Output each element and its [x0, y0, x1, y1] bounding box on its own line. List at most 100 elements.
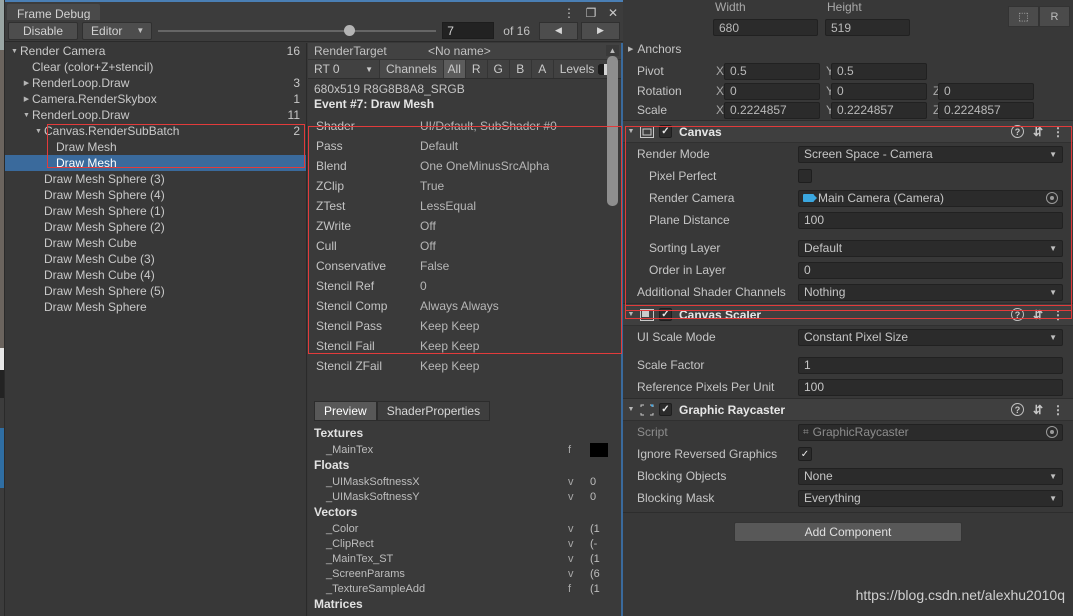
- channel-g-button[interactable]: G: [488, 60, 510, 78]
- input-reference-pixels-per-unit[interactable]: 100: [798, 378, 1063, 396]
- component-enabled-checkbox[interactable]: ✓: [659, 308, 672, 321]
- blueprint-mode-icon[interactable]: ⬚: [1008, 6, 1039, 27]
- disable-button[interactable]: Disable: [8, 21, 79, 40]
- preset-icon[interactable]: ⇵: [1033, 403, 1043, 417]
- chevron-down-icon[interactable]: ▼: [623, 128, 639, 135]
- help-icon[interactable]: ?: [1010, 125, 1024, 138]
- target-dropdown[interactable]: Editor ▼: [82, 21, 153, 40]
- scrollbar-thumb[interactable]: [607, 56, 618, 206]
- scale-x-field[interactable]: 0.2224857: [724, 101, 820, 119]
- preset-icon[interactable]: ⇵: [1033, 125, 1043, 139]
- chevron-down-icon[interactable]: ▼: [623, 406, 639, 413]
- tree-row[interactable]: Draw Mesh Sphere (3): [5, 171, 306, 187]
- tree-row[interactable]: ▼ Render Camera 16: [5, 43, 306, 59]
- prev-event-button[interactable]: ◀: [539, 21, 578, 40]
- dropdown-sorting-layer[interactable]: Default ▼: [798, 239, 1063, 257]
- shader-properties-list[interactable]: Textures _MainTex f Floats _UIMaskSoftnessX v…: [308, 425, 624, 616]
- pivot-y-field[interactable]: 0.5: [831, 62, 927, 80]
- tree-row[interactable]: ▶ RenderLoop.Draw 3: [5, 75, 306, 91]
- rt-select-dropdown[interactable]: RT 0 ▼: [308, 60, 380, 78]
- property-row[interactable]: _UIMaskSoftnessX v 0: [308, 474, 624, 489]
- component-enabled-checkbox[interactable]: ✓: [659, 125, 672, 138]
- dropdown-additional-shader-channels[interactable]: Nothing ▼: [798, 283, 1063, 301]
- tree-row[interactable]: ▶ Camera.RenderSkybox 1: [5, 91, 306, 107]
- component-header[interactable]: ▼ ✓ Graphic Raycaster? ⇵ ⋮: [623, 399, 1073, 421]
- tree-row[interactable]: Clear (color+Z+stencil): [5, 59, 306, 75]
- checkbox-ignore-reversed-graphics[interactable]: ✓: [798, 447, 812, 461]
- chevron-down-icon[interactable]: ▼: [21, 112, 32, 119]
- tree-row[interactable]: Draw Mesh Cube: [5, 235, 306, 251]
- property-row[interactable]: _MainTex f: [308, 442, 624, 457]
- object-picker-icon[interactable]: [1046, 426, 1058, 438]
- component-enabled-checkbox[interactable]: ✓: [659, 403, 672, 416]
- component-menu-icon[interactable]: ⋮: [1052, 125, 1064, 139]
- tree-row[interactable]: ▼ RenderLoop.Draw 11: [5, 107, 306, 123]
- add-component-button[interactable]: Add Component: [734, 522, 962, 542]
- height-field[interactable]: 519: [825, 19, 910, 36]
- chevron-down-icon[interactable]: ▼: [33, 128, 44, 135]
- property-row[interactable]: _MainTex_ST v (1: [308, 551, 624, 566]
- object-picker-icon[interactable]: [1046, 192, 1058, 204]
- tab-preview[interactable]: Preview: [314, 401, 377, 421]
- width-field[interactable]: 680: [713, 19, 818, 36]
- pivot-x-field[interactable]: 0.5: [724, 62, 820, 80]
- component-menu-icon[interactable]: ⋮: [1052, 403, 1064, 417]
- tree-row[interactable]: Draw Mesh Sphere (4): [5, 187, 306, 203]
- scroll-up-icon[interactable]: ▲: [606, 45, 619, 56]
- channel-all-button[interactable]: All: [443, 60, 466, 78]
- input-scale-factor[interactable]: 1: [798, 356, 1063, 374]
- tree-row[interactable]: Draw Mesh Sphere (5): [5, 283, 306, 299]
- property-row[interactable]: _UIMaskSoftnessY v 0: [308, 489, 624, 504]
- channel-a-button[interactable]: A: [532, 60, 554, 78]
- chevron-right-icon[interactable]: ▶: [21, 79, 32, 87]
- dropdown-render-mode[interactable]: Screen Space - Camera ▼: [798, 145, 1063, 163]
- rotation-y-field[interactable]: 0: [831, 82, 927, 100]
- tree-row[interactable]: ▼ Canvas.RenderSubBatch 2: [5, 123, 306, 139]
- property-row[interactable]: _ClipRect v (-: [308, 536, 624, 551]
- next-event-button[interactable]: ▶: [581, 21, 620, 40]
- tree-row[interactable]: Draw Mesh Cube (3): [5, 251, 306, 267]
- rotation-x-field[interactable]: 0: [724, 82, 820, 100]
- chevron-right-icon[interactable]: ▶: [21, 95, 32, 103]
- channel-b-button[interactable]: B: [510, 60, 532, 78]
- tab-shaderproperties[interactable]: ShaderProperties: [376, 401, 491, 421]
- tree-row[interactable]: Draw Mesh Sphere: [5, 299, 306, 315]
- object-field-render-camera[interactable]: Main Camera (Camera): [798, 189, 1063, 207]
- dropdown-blocking-mask[interactable]: Everything ▼: [798, 489, 1063, 507]
- scale-z-field[interactable]: 0.2224857: [938, 101, 1034, 119]
- input-order-in-layer[interactable]: 0: [798, 261, 1063, 279]
- scale-y-field[interactable]: 0.2224857: [831, 101, 927, 119]
- window-menu-icon[interactable]: ⋮: [562, 6, 576, 20]
- help-icon[interactable]: ?: [1010, 403, 1024, 416]
- properties-scrollbar[interactable]: ▲: [606, 45, 619, 616]
- maximize-icon[interactable]: ❐: [584, 6, 598, 20]
- property-row[interactable]: _Color v (1: [308, 521, 624, 536]
- event-slider[interactable]: [158, 22, 437, 40]
- help-icon[interactable]: ?: [1010, 308, 1024, 321]
- tree-row[interactable]: Draw Mesh Cube (4): [5, 267, 306, 283]
- frame-event-tree[interactable]: ▼ Render Camera 16 Clear (color+Z+stencil) ▶…: [5, 43, 307, 616]
- component-header[interactable]: ▼ ✓ Canvas? ⇵ ⋮: [623, 121, 1073, 143]
- property-row[interactable]: _TextureSampleAdd f (1: [308, 581, 624, 596]
- component-menu-icon[interactable]: ⋮: [1052, 308, 1064, 322]
- property-row[interactable]: _ScreenParams v (6: [308, 566, 624, 581]
- preset-icon[interactable]: ⇵: [1033, 308, 1043, 322]
- dropdown-ui-scale-mode[interactable]: Constant Pixel Size ▼: [798, 328, 1063, 346]
- tree-row[interactable]: Draw Mesh Sphere (1): [5, 203, 306, 219]
- chevron-down-icon[interactable]: ▼: [9, 48, 20, 55]
- tree-row[interactable]: Draw Mesh Sphere (2): [5, 219, 306, 235]
- chevron-down-icon[interactable]: ▼: [623, 311, 639, 318]
- anchors-row[interactable]: ▶ Anchors: [623, 38, 1073, 60]
- rotation-z-field[interactable]: 0: [938, 82, 1034, 100]
- event-slider-knob[interactable]: [344, 25, 356, 36]
- dropdown-blocking-objects[interactable]: None ▼: [798, 467, 1063, 485]
- tree-row[interactable]: Draw Mesh: [5, 139, 306, 155]
- input-plane-distance[interactable]: 100: [798, 211, 1063, 229]
- channel-r-button[interactable]: R: [466, 60, 488, 78]
- close-icon[interactable]: ✕: [606, 6, 620, 20]
- component-header[interactable]: ▼ ✓ Canvas Scaler? ⇵ ⋮: [623, 304, 1073, 326]
- event-index-input[interactable]: 7: [442, 22, 495, 39]
- tree-row[interactable]: Draw Mesh: [5, 155, 306, 171]
- raw-edit-mode-button[interactable]: R: [1039, 6, 1070, 27]
- chevron-right-icon[interactable]: ▶: [628, 45, 633, 53]
